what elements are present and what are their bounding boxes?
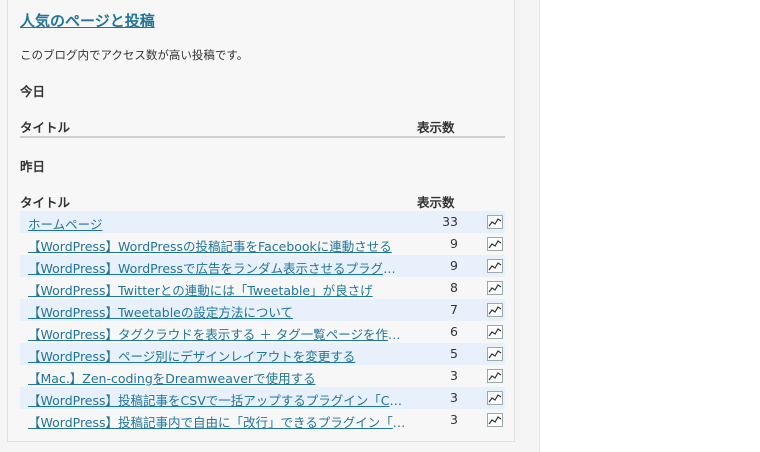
- line-chart-icon[interactable]: [487, 215, 503, 229]
- yesterday-table-body: ホームページ 33 【WordPress】WordPressの投稿記事をFace…: [20, 211, 505, 431]
- post-link[interactable]: 【WordPress】ページ別にデザインレイアウトを変更する: [28, 346, 406, 365]
- yesterday-table-header: タイトル 表示数: [20, 189, 505, 213]
- today-column-views: 表示数: [417, 120, 455, 135]
- post-link[interactable]: 【WordPress】Twitterとの連動には「Tweetable」が良さげ: [28, 280, 406, 299]
- line-chart-icon[interactable]: [487, 369, 503, 383]
- table-row: 【Mac.】Zen-codingをDreamweaverで使用する 3: [20, 365, 505, 387]
- line-chart-icon[interactable]: [487, 237, 503, 251]
- line-chart-icon[interactable]: [487, 281, 503, 295]
- post-link[interactable]: 【WordPress】Tweetableの設定方法について: [28, 302, 406, 321]
- view-count: 8: [450, 280, 458, 295]
- widget-description: このブログ内でアクセス数が高い投稿です。: [20, 48, 249, 62]
- view-count: 9: [450, 236, 458, 251]
- line-chart-icon[interactable]: [487, 325, 503, 339]
- today-table-header: タイトル 表示数: [20, 114, 505, 138]
- today-column-title: タイトル: [20, 120, 71, 135]
- post-link[interactable]: 【WordPress】投稿記事内で自由に「改行」できるプラグイン「TinyMCE…: [28, 412, 406, 431]
- view-count: 3: [450, 368, 458, 383]
- yesterday-column-title: タイトル: [20, 195, 71, 210]
- table-row: ホームページ 33: [20, 211, 505, 233]
- table-row: 【WordPress】Twitterとの連動には「Tweetable」が良さげ …: [20, 277, 505, 299]
- post-link[interactable]: 【WordPress】WordPressで広告をランダム表示させるプラグイン: [28, 258, 406, 277]
- table-row: 【WordPress】投稿記事内で自由に「改行」できるプラグイン「TinyMCE…: [20, 409, 505, 431]
- table-row: 【WordPress】WordPressの投稿記事をFacebookに連動させる…: [20, 233, 505, 255]
- view-count: 3: [450, 390, 458, 405]
- popular-posts-widget: 人気のページと投稿 このブログ内でアクセス数が高い投稿です。 今日 タイトル 表…: [7, 0, 515, 442]
- view-count: 33: [442, 214, 458, 229]
- post-link[interactable]: 【WordPress】WordPressの投稿記事をFacebookに連動させる: [28, 236, 406, 255]
- view-count: 7: [450, 302, 458, 317]
- line-chart-icon[interactable]: [487, 413, 503, 427]
- yesterday-heading: 昨日: [20, 159, 46, 174]
- dashboard-column: 人気のページと投稿 このブログ内でアクセス数が高い投稿です。 今日 タイトル 表…: [0, 0, 540, 452]
- post-link[interactable]: 【WordPress】タグクラウドを表示する ＋ タグ一覧ページを作成する: [28, 324, 406, 343]
- line-chart-icon[interactable]: [487, 303, 503, 317]
- view-count: 5: [450, 346, 458, 361]
- widget-title-link[interactable]: 人気のページと投稿: [20, 10, 155, 31]
- line-chart-icon[interactable]: [487, 347, 503, 361]
- table-row: 【WordPress】ページ別にデザインレイアウトを変更する 5: [20, 343, 505, 365]
- table-row: 【WordPress】Tweetableの設定方法について 7: [20, 299, 505, 321]
- view-count: 3: [450, 412, 458, 427]
- line-chart-icon[interactable]: [487, 259, 503, 273]
- table-row: 【WordPress】WordPressで広告をランダム表示させるプラグイン 9: [20, 255, 505, 277]
- table-row: 【WordPress】投稿記事をCSVで一括アップするプラグイン「CSV Imp…: [20, 387, 505, 409]
- post-link[interactable]: 【WordPress】投稿記事をCSVで一括アップするプラグイン「CSV Imp…: [28, 390, 406, 409]
- view-count: 6: [450, 324, 458, 339]
- today-heading: 今日: [20, 84, 46, 99]
- view-count: 9: [450, 258, 458, 273]
- line-chart-icon[interactable]: [487, 391, 503, 405]
- yesterday-column-views: 表示数: [417, 195, 455, 210]
- post-link[interactable]: 【Mac.】Zen-codingをDreamweaverで使用する: [28, 368, 406, 387]
- post-link[interactable]: ホームページ: [28, 214, 406, 233]
- table-row: 【WordPress】タグクラウドを表示する ＋ タグ一覧ページを作成する 6: [20, 321, 505, 343]
